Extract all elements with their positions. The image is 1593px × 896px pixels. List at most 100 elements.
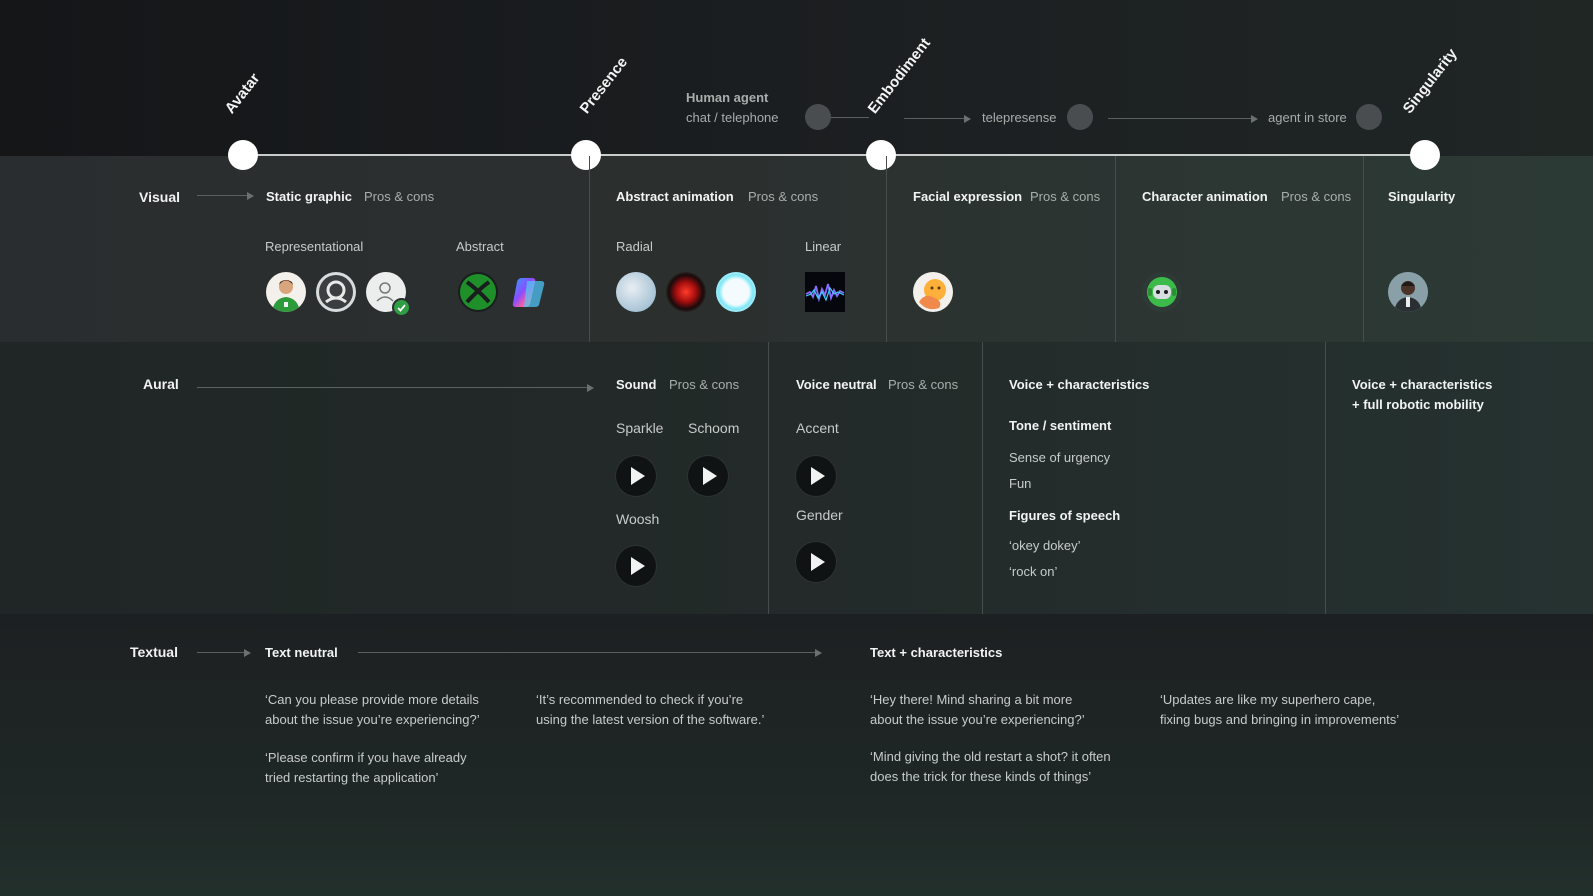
human-portrait-icon[interactable] xyxy=(1388,272,1428,312)
fun-item: Fun xyxy=(1009,476,1032,491)
arrow-line xyxy=(1108,118,1251,119)
example-quote: ‘Please confirm if you have already trie… xyxy=(265,748,467,788)
arrow-head xyxy=(247,192,254,200)
agent-in-store-dot xyxy=(1356,104,1382,130)
column-divider xyxy=(1363,156,1364,342)
telepresence-label: telepresense xyxy=(982,110,1057,125)
quote-line: fixing bugs and bringing in improvements… xyxy=(1160,712,1400,727)
quote-line: does the trick for these kinds of things… xyxy=(870,769,1092,784)
radial-label: Radial xyxy=(616,239,653,254)
play-sparkle-button[interactable] xyxy=(616,456,656,496)
arrow-head xyxy=(244,649,251,657)
play-accent-button[interactable] xyxy=(796,456,836,496)
arrow-line xyxy=(358,652,815,653)
woosh-label: Woosh xyxy=(616,511,660,527)
column-divider xyxy=(768,342,769,614)
verified-badge-icon xyxy=(392,298,411,317)
facial-expression-heading: Facial expression xyxy=(913,189,1023,204)
character-animation-heading: Character animation xyxy=(1142,189,1268,204)
milestone-dot-embodiment[interactable] xyxy=(866,140,896,170)
okey-dokey-item: ‘okey dokey’ xyxy=(1009,538,1081,553)
quote-line: ‘Can you please provide more details xyxy=(265,692,479,707)
representational-label: Representational xyxy=(265,239,364,254)
agent-in-store-label: agent in store xyxy=(1268,110,1347,125)
text-neutral-heading: Text neutral xyxy=(265,645,338,660)
milestone-dot-singularity[interactable] xyxy=(1410,140,1440,170)
rock-on-item: ‘rock on’ xyxy=(1009,564,1058,579)
visual-band xyxy=(0,156,1593,342)
play-schoom-button[interactable] xyxy=(688,456,728,496)
robotic-heading-line2: + full robotic mobility xyxy=(1352,397,1484,412)
quote-line: ‘It’s recommended to check if you’re xyxy=(536,692,744,707)
quote-line: ‘Updates are like my superhero cape, xyxy=(1160,692,1376,707)
quote-line: ‘Mind giving the old restart a shot? it … xyxy=(870,749,1111,764)
telepresence-dot xyxy=(1067,104,1093,130)
milestone-dot-avatar[interactable] xyxy=(228,140,258,170)
arrow-line xyxy=(904,118,964,119)
headset-avatar-icon[interactable] xyxy=(316,272,356,312)
radial-gradient-orb-icon[interactable] xyxy=(616,272,656,312)
timeline-line xyxy=(243,154,1427,156)
connector-line xyxy=(831,117,869,118)
column-divider xyxy=(1325,342,1326,614)
pros-cons-link[interactable]: Pros & cons xyxy=(1281,189,1351,204)
milestone-dot-presence[interactable] xyxy=(571,140,601,170)
row-label-textual: Textual xyxy=(130,644,178,660)
copilot-logo-icon[interactable] xyxy=(508,272,548,312)
arrow-head xyxy=(964,115,971,123)
pros-cons-link[interactable]: Pros & cons xyxy=(748,189,818,204)
example-quote: ‘Can you please provide more details abo… xyxy=(265,690,480,730)
arrow-line xyxy=(197,652,244,653)
column-divider xyxy=(1115,156,1116,342)
quote-line: about the issue you’re experiencing?’ xyxy=(265,712,480,727)
glow-ring-orb-icon[interactable] xyxy=(716,272,756,312)
pros-cons-link[interactable]: Pros & cons xyxy=(888,377,958,392)
gender-label: Gender xyxy=(796,507,843,523)
quote-line: ‘Hey there! Mind sharing a bit more xyxy=(870,692,1073,707)
abstract-animation-heading: Abstract animation xyxy=(616,189,734,204)
robotic-heading-line1: Voice + characteristics xyxy=(1352,377,1493,392)
play-woosh-button[interactable] xyxy=(616,546,656,586)
quote-line: about the issue you’re experiencing?’ xyxy=(870,712,1085,727)
pros-cons-link[interactable]: Pros & cons xyxy=(1030,189,1100,204)
example-quote: ‘Mind giving the old restart a shot? it … xyxy=(870,747,1111,787)
example-quote: ‘It’s recommended to check if you’re usi… xyxy=(536,690,764,730)
column-divider xyxy=(886,156,887,342)
arrow-head xyxy=(815,649,822,657)
pros-cons-link[interactable]: Pros & cons xyxy=(669,377,739,392)
robot-character-icon[interactable] xyxy=(1142,272,1182,312)
singularity-heading: Singularity xyxy=(1388,189,1456,204)
voice-characteristics-heading: Voice + characteristics xyxy=(1009,377,1150,392)
row-label-visual: Visual xyxy=(139,189,180,205)
column-divider xyxy=(982,342,983,614)
human-agent-sub: chat / telephone xyxy=(686,110,779,125)
red-eye-orb-icon[interactable] xyxy=(666,272,706,312)
arrow-line xyxy=(197,195,247,196)
waveform-icon[interactable] xyxy=(805,272,845,312)
sense-of-urgency-item: Sense of urgency xyxy=(1009,450,1111,465)
quote-line: tried restarting the application’ xyxy=(265,770,439,785)
play-gender-button[interactable] xyxy=(796,542,836,582)
timeline-band xyxy=(0,0,1593,156)
voice-neutral-heading: Voice neutral xyxy=(796,377,877,392)
row-label-aural: Aural xyxy=(143,376,179,392)
column-divider xyxy=(589,156,590,342)
arrow-head xyxy=(1251,115,1258,123)
emoji-face-icon[interactable] xyxy=(913,272,953,312)
figures-of-speech-heading: Figures of speech xyxy=(1009,508,1121,523)
quote-line: ‘Please confirm if you have already xyxy=(265,750,467,765)
xbox-logo-icon[interactable] xyxy=(458,272,498,312)
example-quote: ‘Hey there! Mind sharing a bit more abou… xyxy=(870,690,1085,730)
arrow-head xyxy=(587,384,594,392)
example-quote: ‘Updates are like my superhero cape, fix… xyxy=(1160,690,1399,730)
quote-line: using the latest version of the software… xyxy=(536,712,765,727)
accent-label: Accent xyxy=(796,420,839,436)
tone-sentiment-heading: Tone / sentiment xyxy=(1009,418,1112,433)
linear-label: Linear xyxy=(805,239,842,254)
abstract-label: Abstract xyxy=(456,239,504,254)
pros-cons-link[interactable]: Pros & cons xyxy=(364,189,434,204)
sound-heading: Sound xyxy=(616,377,657,392)
static-graphic-heading: Static graphic xyxy=(266,189,352,204)
sparkle-label: Sparkle xyxy=(616,420,664,436)
person-avatar-icon[interactable] xyxy=(266,272,306,312)
